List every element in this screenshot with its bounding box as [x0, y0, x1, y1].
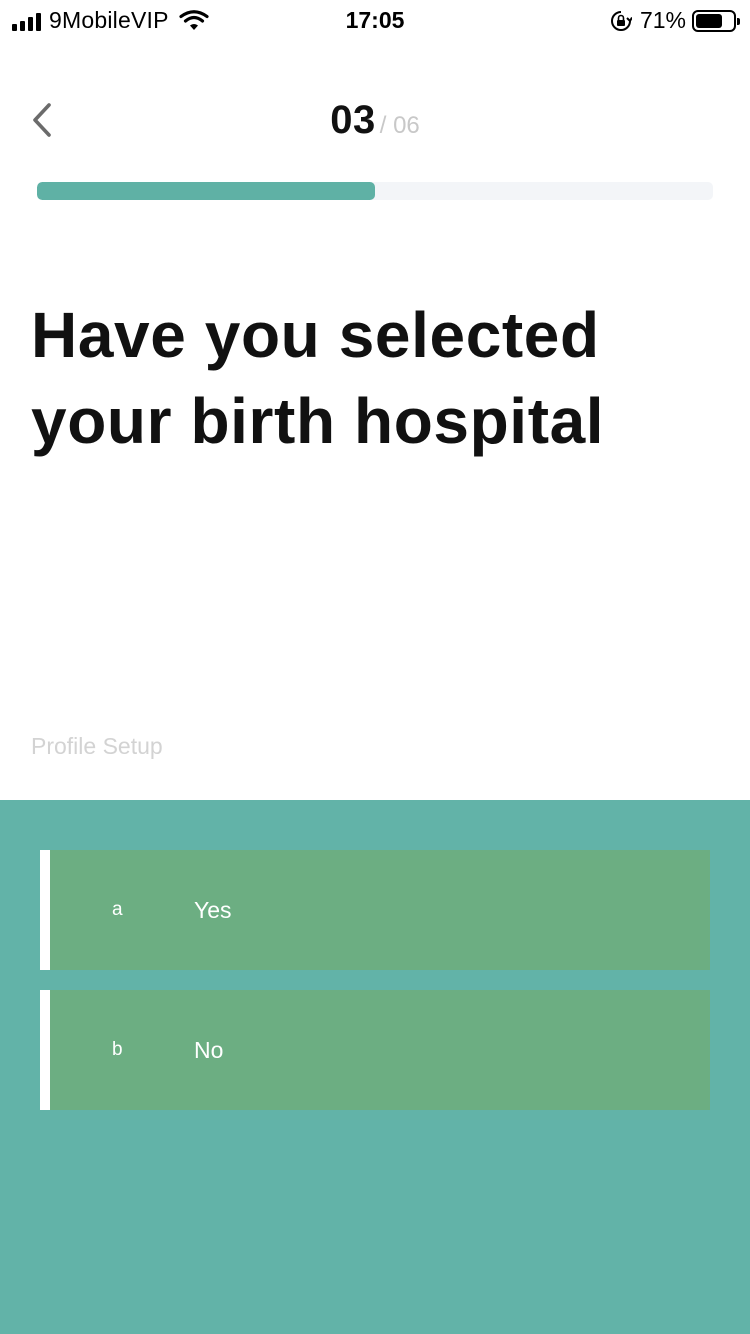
question-title: Have you selected your birth hospital [31, 299, 605, 457]
status-left: 9MobileVIP [12, 7, 209, 34]
option-no[interactable]: b No [40, 990, 710, 1110]
battery-fill [696, 13, 722, 28]
signal-icon [12, 11, 41, 31]
orientation-lock-icon [610, 10, 632, 31]
battery-percent: 71% [639, 7, 686, 33]
screen: 9MobileVIP 17:05 71% 03 / 06 Have you se… [0, 0, 750, 1334]
battery-icon [692, 9, 740, 32]
progress-fill [37, 182, 375, 200]
step-current: 03 [330, 98, 376, 142]
step-counter: 03/ 06 [0, 98, 750, 143]
carrier-name: 9MobileVIP [49, 7, 169, 33]
status-right: 71% [610, 7, 740, 34]
answers-panel: a Yes b No [0, 800, 750, 1334]
option-letter: a [112, 899, 123, 920]
option-label: Yes [194, 897, 232, 923]
wifi-icon [179, 9, 209, 30]
status-bar: 9MobileVIP 17:05 71% [0, 0, 750, 40]
option-label: No [194, 1037, 224, 1063]
option-yes[interactable]: a Yes [40, 850, 710, 970]
progress-bar [37, 182, 713, 200]
option-letter: b [112, 1039, 123, 1060]
step-total: / 06 [379, 112, 420, 139]
section-label: Profile Setup [31, 733, 163, 759]
